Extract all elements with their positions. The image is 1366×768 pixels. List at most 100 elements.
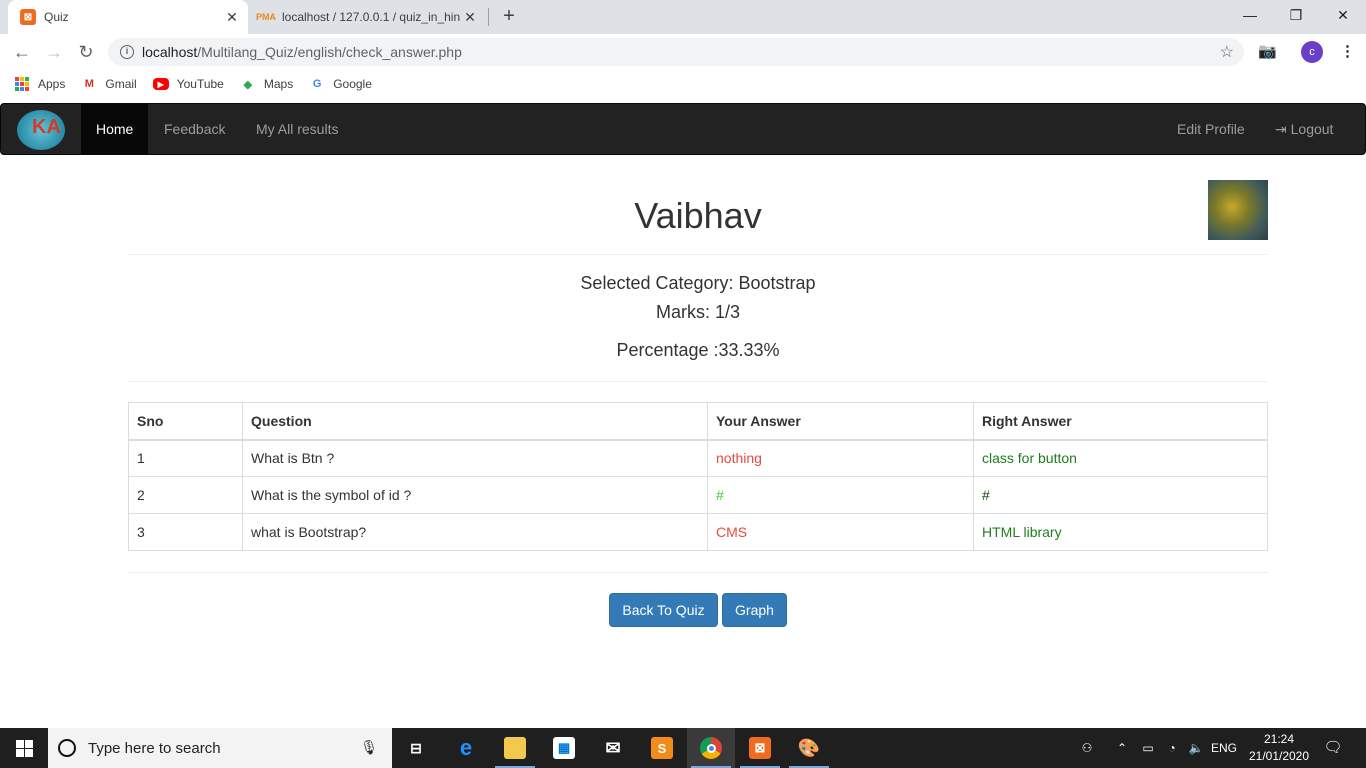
gmail-icon: M <box>84 78 94 90</box>
column-header-right-answer: Right Answer <box>973 402 1268 441</box>
reload-icon[interactable]: ↻ <box>74 40 98 64</box>
task-view-button[interactable]: ⊟ <box>392 728 440 768</box>
bookmark-apps[interactable]: Apps <box>14 76 65 92</box>
bookmark-label: Maps <box>263 77 294 91</box>
site-logo[interactable]: KA <box>17 110 65 150</box>
close-window-icon[interactable]: ✕ <box>1320 0 1366 30</box>
close-tab-icon[interactable]: ✕ <box>222 9 242 26</box>
cell-right-answer: # <box>973 476 1268 514</box>
clock-date: 21/01/2020 <box>1248 749 1310 763</box>
people-icon[interactable]: ⚇ <box>1076 728 1098 768</box>
microphone-icon[interactable]: 🎙 <box>360 739 378 756</box>
table-row: 1 What is Btn ? nothing class for button <box>128 439 1268 477</box>
notifications-icon[interactable]: 🗨 <box>1320 728 1346 768</box>
marks-text: Marks: 1/3 <box>655 302 741 322</box>
battery-icon[interactable]: ▭ <box>1138 728 1158 768</box>
volume-muted-icon[interactable]: 🔈 <box>1186 728 1206 768</box>
cell-question: what is Bootstrap? <box>242 513 708 551</box>
nav-feedback[interactable]: Feedback <box>149 104 240 154</box>
tab-separator <box>488 8 489 26</box>
cell-your-answer: CMS <box>707 513 974 551</box>
language-indicator[interactable]: ENG <box>1210 728 1238 768</box>
table-header-row: Sno Question Your Answer Right Answer <box>128 402 1268 441</box>
table-row: 2 What is the symbol of id ? # # <box>128 476 1268 514</box>
selected-category: Selected Category: Bootstrap <box>580 273 816 293</box>
taskbar-edge[interactable]: e <box>442 728 490 768</box>
minimize-icon[interactable]: — <box>1227 0 1273 30</box>
clock-time: 21:24 <box>1263 732 1295 746</box>
url-path: /Multilang_Quiz/english/check_answer.php <box>197 44 462 60</box>
divider <box>128 254 1268 255</box>
bookmarks-bar: Apps M Gmail ▶ YouTube ◆ Maps G Google <box>0 70 1366 98</box>
nav-logout[interactable]: ⇥ Logout <box>1260 104 1348 154</box>
nav-edit-profile[interactable]: Edit Profile <box>1162 104 1260 154</box>
bookmark-google[interactable]: G Google <box>309 76 372 92</box>
taskbar-xampp[interactable]: ⊠ <box>736 728 784 768</box>
bookmark-gmail[interactable]: M Gmail <box>81 76 137 92</box>
bookmark-label: Gmail <box>105 77 137 91</box>
maps-icon: ◆ <box>243 78 253 91</box>
menu-kebab-icon[interactable]: ⋮ <box>1340 42 1355 60</box>
column-header-sno: Sno <box>128 402 243 441</box>
cortana-icon <box>58 739 76 757</box>
paint-palette-icon: 🎨 <box>797 737 821 758</box>
profile-avatar[interactable]: c <box>1301 41 1323 63</box>
bookmark-star-icon[interactable]: ☆ <box>1220 42 1234 62</box>
store-bag-icon: ▦ <box>553 737 575 759</box>
restore-icon[interactable]: ❐ <box>1273 0 1319 30</box>
xampp-icon: ⊠ <box>20 9 36 25</box>
back-arrow-icon[interactable]: ← <box>10 40 34 64</box>
windows-logo-icon <box>15 739 33 757</box>
start-button[interactable] <box>0 728 48 768</box>
bookmark-youtube[interactable]: ▶ YouTube <box>152 77 224 91</box>
taskbar-store[interactable]: ▦ <box>540 728 588 768</box>
taskbar-mail[interactable]: ✉ <box>589 728 637 768</box>
chrome-center-icon <box>706 743 716 753</box>
graph-button[interactable]: Graph <box>722 593 787 627</box>
sublime-text-icon: S <box>651 737 673 759</box>
wifi-icon[interactable]: ◔ <box>1162 728 1182 768</box>
url-host: localhost <box>142 44 198 60</box>
xampp-icon: ⊠ <box>749 737 771 759</box>
column-header-question: Question <box>242 402 708 441</box>
cell-your-answer: nothing <box>707 439 974 477</box>
browser-tab-phpmyadmin[interactable]: PMA localhost / 127.0.0.1 / quiz_in_hin … <box>250 0 486 34</box>
cell-right-answer: HTML library <box>973 513 1268 551</box>
system-clock[interactable]: 21:24 21/01/2020 <box>1244 731 1314 765</box>
results-table: Sno Question Your Answer Right Answer 1 … <box>128 402 1268 551</box>
logout-icon: ⇥ <box>1275 121 1287 137</box>
task-view-icon: ⊟ <box>410 739 422 756</box>
divider <box>128 381 1268 382</box>
table-row: 3 what is Bootstrap? CMS HTML library <box>128 513 1268 551</box>
cell-question: What is Btn ? <box>242 439 708 477</box>
browser-tab-strip: ⊠ Quiz ✕ PMA localhost / 127.0.0.1 / qui… <box>0 0 1366 34</box>
address-bar[interactable]: i localhost/Multilang_Quiz/english/check… <box>108 38 1244 66</box>
logo-mark-icon: KA <box>32 116 61 138</box>
taskbar-file-explorer[interactable] <box>491 728 539 768</box>
browser-tab-quiz[interactable]: ⊠ Quiz ✕ <box>8 0 248 34</box>
tab-title: localhost / 127.0.0.1 / quiz_in_hin <box>282 10 460 24</box>
search-placeholder: Type here to search <box>88 739 221 757</box>
cell-sno: 1 <box>128 439 243 477</box>
taskbar-sublime[interactable]: S <box>638 728 686 768</box>
site-info-icon[interactable]: i <box>120 45 134 59</box>
new-tab-icon[interactable]: + <box>498 5 520 27</box>
bookmark-label: Google <box>333 77 372 91</box>
bookmark-maps[interactable]: ◆ Maps <box>240 76 294 92</box>
camera-icon[interactable]: 📷 <box>1258 42 1277 60</box>
forward-arrow-icon[interactable]: → <box>42 40 66 64</box>
column-header-your-answer: Your Answer <box>707 402 974 441</box>
close-tab-icon[interactable]: ✕ <box>460 9 480 26</box>
mail-icon: ✉ <box>605 737 621 758</box>
show-hidden-icons-chevron-icon[interactable]: ⌃ <box>1114 728 1130 768</box>
taskbar-chrome[interactable] <box>687 728 735 768</box>
bookmark-label: YouTube <box>176 77 224 91</box>
taskbar-paint[interactable]: 🎨 <box>785 728 833 768</box>
taskbar-search-box[interactable]: Type here to search 🎙 <box>48 728 392 768</box>
nav-my-all-results[interactable]: My All results <box>241 104 353 154</box>
google-icon: G <box>312 78 322 90</box>
windows-taskbar: Type here to search 🎙 ⊟ e ▦ ✉ S ⊠ 🎨 ⚇ ⌃ … <box>0 728 1366 768</box>
back-to-quiz-button[interactable]: Back To Quiz <box>609 593 718 627</box>
nav-home[interactable]: Home <box>81 104 149 154</box>
youtube-icon: ▶ <box>152 78 169 90</box>
